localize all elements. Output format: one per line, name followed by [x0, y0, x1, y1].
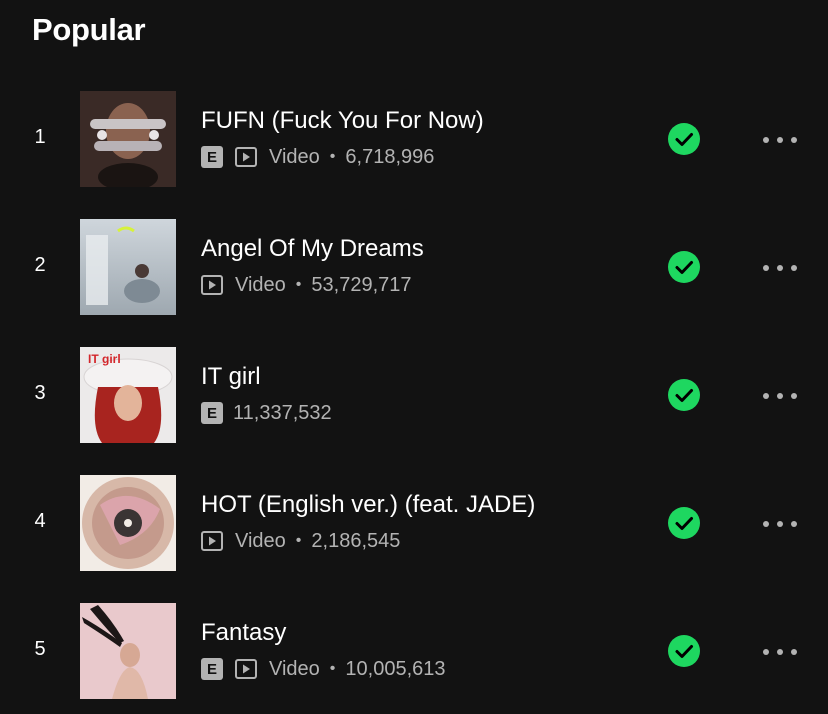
album-cover: [80, 603, 176, 699]
video-label[interactable]: Video: [269, 146, 320, 169]
track-number: 2: [34, 254, 46, 276]
play-count: 53,729,717: [311, 273, 412, 296]
video-label[interactable]: Video: [235, 274, 286, 297]
video-icon: [235, 659, 257, 679]
play-count: 11,337,532: [233, 401, 332, 424]
track-number: 4: [34, 510, 46, 532]
video-icon: [201, 275, 223, 295]
play-count: 6,718,996: [345, 145, 435, 168]
album-cover: [80, 91, 176, 187]
track-meta: Video • 53,729,717: [201, 273, 412, 297]
popular-heading: Popular: [32, 12, 146, 47]
track-number: 3: [34, 382, 46, 404]
track-number: 1: [34, 126, 46, 148]
track-meta: E Video • 10,005,613: [201, 657, 446, 681]
track-meta: E 11,337,532: [201, 401, 332, 425]
track-row[interactable]: 1 FUFN (Fuck You For Now) E Video • 6,71…: [0, 91, 828, 187]
check-circle-icon[interactable]: [668, 379, 700, 411]
track-meta: E Video • 6,718,996: [201, 145, 434, 169]
album-cover: IT girl: [80, 347, 176, 443]
video-icon: [235, 147, 257, 167]
more-options-icon[interactable]: [760, 133, 800, 145]
check-circle-icon[interactable]: [668, 251, 700, 283]
track-title[interactable]: IT girl: [201, 363, 261, 391]
explicit-badge: E: [201, 658, 223, 680]
track-row[interactable]: 5 Fantasy E Video • 10,005,613: [0, 603, 828, 699]
track-row[interactable]: 2 Angel Of My Dreams Video • 53,729,717: [0, 219, 828, 315]
track-title[interactable]: FUFN (Fuck You For Now): [201, 107, 484, 135]
video-label[interactable]: Video: [269, 658, 320, 681]
track-title[interactable]: HOT (English ver.) (feat. JADE): [201, 491, 535, 519]
explicit-badge: E: [201, 402, 223, 424]
album-cover: [80, 219, 176, 315]
play-count: 10,005,613: [345, 657, 446, 680]
cover-text: IT girl: [88, 352, 121, 366]
explicit-badge: E: [201, 146, 223, 168]
track-number: 5: [34, 638, 46, 660]
more-options-icon[interactable]: [760, 261, 800, 273]
track-row[interactable]: 4 HOT (English ver.) (feat. JADE) Video …: [0, 475, 828, 571]
more-options-icon[interactable]: [760, 645, 800, 657]
separator-dot: •: [295, 276, 302, 293]
track-meta: Video • 2,186,545: [201, 529, 400, 553]
separator-dot: •: [329, 148, 336, 165]
separator-dot: •: [295, 532, 302, 549]
track-title[interactable]: Fantasy: [201, 619, 286, 647]
check-circle-icon[interactable]: [668, 123, 700, 155]
album-cover: [80, 475, 176, 571]
play-count: 2,186,545: [311, 529, 401, 552]
more-options-icon[interactable]: [760, 517, 800, 529]
video-icon: [201, 531, 223, 551]
video-label[interactable]: Video: [235, 530, 286, 553]
track-row[interactable]: 3 IT girl IT girl E 11,337,532: [0, 347, 828, 443]
separator-dot: •: [329, 660, 336, 677]
more-options-icon[interactable]: [760, 389, 800, 401]
check-circle-icon[interactable]: [668, 635, 700, 667]
track-title[interactable]: Angel Of My Dreams: [201, 235, 424, 263]
check-circle-icon[interactable]: [668, 507, 700, 539]
